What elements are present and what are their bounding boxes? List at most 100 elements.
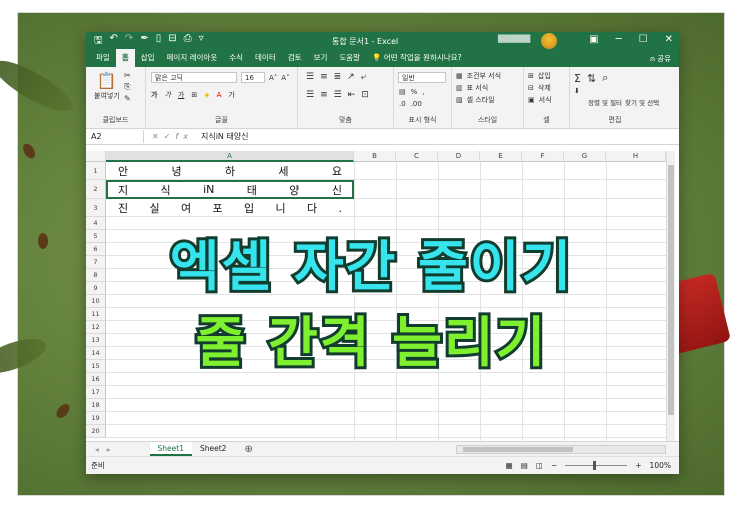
format-painter-icon[interactable]: ✎: [124, 94, 131, 103]
avatar[interactable]: [541, 33, 557, 49]
find-icon[interactable]: ⌕: [602, 71, 608, 85]
accounting-icon[interactable]: ▤: [399, 88, 406, 96]
row-header[interactable]: 20: [86, 425, 106, 438]
row-header[interactable]: 17: [86, 386, 106, 399]
new-icon[interactable]: ▯: [156, 33, 162, 50]
tell-me-search[interactable]: 💡 어떤 작업을 원하시나요?: [372, 52, 461, 67]
fill-icon[interactable]: ⬇: [574, 87, 580, 95]
font-name-select[interactable]: 맑은 고딕: [151, 72, 237, 83]
insert-cells-button[interactable]: ⊞ 삽입: [528, 71, 551, 81]
row-header[interactable]: 3: [86, 199, 106, 217]
tab-insert[interactable]: 삽입: [135, 52, 161, 67]
column-header-d[interactable]: D: [438, 151, 480, 162]
cut-icon[interactable]: ✂: [124, 71, 131, 80]
column-header-g[interactable]: G: [564, 151, 606, 162]
copy-icon[interactable]: ⎘: [124, 82, 130, 92]
share-button[interactable]: ⍝ 공유: [650, 53, 671, 64]
decrease-indent-icon[interactable]: ⇤: [348, 90, 356, 100]
decrease-decimal-icon[interactable]: .00: [411, 100, 422, 108]
print-preview-icon[interactable]: ⊟: [168, 33, 176, 50]
cell-a2[interactable]: 지 식 iN 태 양 신: [108, 180, 352, 199]
find-select-button[interactable]: 찾기 및 선택: [625, 97, 659, 107]
fx-icon[interactable]: fx: [175, 132, 193, 141]
redo-icon[interactable]: ↷: [125, 33, 133, 50]
delete-cells-button[interactable]: ⊟ 삭제: [528, 83, 551, 93]
grow-font-icon[interactable]: A˄: [269, 74, 277, 82]
add-sheet-icon[interactable]: ⊕: [234, 444, 252, 455]
zoom-slider[interactable]: [565, 461, 628, 470]
normal-view-icon[interactable]: ▦: [506, 461, 513, 470]
tab-view[interactable]: 보기: [308, 52, 334, 67]
paste-button[interactable]: 📋 붙여넣기: [94, 71, 120, 101]
number-format-select[interactable]: 일반: [398, 72, 446, 83]
scroll-thumb[interactable]: [463, 447, 573, 452]
tab-home[interactable]: 홈: [115, 49, 135, 67]
column-header-h[interactable]: H: [606, 151, 666, 162]
tab-file[interactable]: 파일: [90, 52, 116, 67]
align-left-icon[interactable]: ☰: [306, 90, 314, 100]
align-middle-icon[interactable]: ≡: [320, 72, 328, 82]
percent-icon[interactable]: %: [411, 88, 418, 96]
format-painter-icon[interactable]: ✒: [140, 33, 148, 50]
format-table-button[interactable]: ▥ 표 서식: [456, 83, 488, 93]
comma-icon[interactable]: ,: [422, 88, 424, 96]
formula-input[interactable]: 지식iN 태양신: [201, 131, 679, 142]
font-size-select[interactable]: 16: [241, 72, 265, 83]
ribbon-display-icon[interactable]: ▣: [589, 34, 598, 45]
horizontal-scrollbar[interactable]: [456, 445, 666, 454]
enter-icon[interactable]: ✓: [164, 132, 176, 141]
align-top-icon[interactable]: ☰: [306, 72, 314, 82]
format-cells-button[interactable]: ▣ 서식: [528, 95, 552, 105]
row-header[interactable]: 19: [86, 412, 106, 425]
customize-icon[interactable]: ▿: [199, 33, 204, 50]
column-header-f[interactable]: F: [522, 151, 564, 162]
sheet-tab-sheet2[interactable]: Sheet2: [192, 442, 234, 456]
align-center-icon[interactable]: ≡: [320, 90, 328, 100]
wrap-text-icon[interactable]: ⤶: [361, 72, 366, 82]
border-icon[interactable]: ⊞: [191, 91, 197, 99]
bold-icon[interactable]: 가: [151, 90, 157, 100]
name-box[interactable]: A2: [86, 130, 144, 143]
tab-formulas[interactable]: 수식: [223, 52, 249, 67]
close-icon[interactable]: ✕: [665, 34, 673, 45]
shrink-font-icon[interactable]: A˅: [281, 74, 289, 82]
zoom-level[interactable]: 100%: [650, 461, 671, 470]
merge-icon[interactable]: ⊡: [361, 90, 369, 100]
tab-review[interactable]: 검토: [282, 52, 308, 67]
align-right-icon[interactable]: ☰: [334, 90, 342, 100]
conditional-format-button[interactable]: ▦ 조건부 서식: [456, 71, 501, 81]
page-layout-view-icon[interactable]: ▤: [521, 461, 528, 470]
column-header-b[interactable]: B: [354, 151, 396, 162]
row-header[interactable]: 2: [86, 180, 106, 199]
undo-icon[interactable]: ↶: [110, 33, 118, 50]
italic-icon[interactable]: 가: [164, 90, 170, 100]
align-bottom-icon[interactable]: ≣: [334, 72, 342, 82]
phonetic-icon[interactable]: 가: [228, 90, 234, 100]
sheet-tab-sheet1[interactable]: Sheet1: [149, 442, 192, 456]
underline-icon[interactable]: 가: [178, 90, 184, 100]
maximize-icon[interactable]: ☐: [639, 34, 648, 45]
tab-help[interactable]: 도움말: [333, 52, 366, 67]
increase-decimal-icon[interactable]: .0: [399, 100, 406, 108]
cancel-icon[interactable]: ✕: [152, 132, 164, 141]
column-header-e[interactable]: E: [480, 151, 522, 162]
tab-page-layout[interactable]: 페이지 레이아웃: [161, 52, 224, 67]
sort-filter-icon[interactable]: ⇅: [587, 72, 596, 85]
cell-a1[interactable]: 안녕하세요: [108, 162, 352, 180]
select-all-corner[interactable]: [86, 151, 106, 162]
zoom-out-icon[interactable]: −: [551, 461, 557, 470]
font-color-icon[interactable]: A: [217, 91, 222, 99]
minimize-icon[interactable]: ─: [616, 34, 622, 45]
column-header-a[interactable]: A: [106, 151, 354, 162]
autosum-icon[interactable]: Σ: [574, 72, 581, 85]
column-header-c[interactable]: C: [396, 151, 438, 162]
row-header[interactable]: 1: [86, 162, 106, 180]
page-break-view-icon[interactable]: ◫: [536, 461, 543, 470]
cell-a3[interactable]: 진실여포입니다.: [108, 199, 352, 217]
row-header[interactable]: 18: [86, 399, 106, 412]
zoom-in-icon[interactable]: +: [635, 461, 641, 470]
cell-styles-button[interactable]: ▧ 셀 스타일: [456, 95, 495, 105]
orientation-icon[interactable]: ↗: [347, 72, 355, 82]
sheet-nav-buttons[interactable]: ◂▸: [86, 445, 128, 454]
tab-data[interactable]: 데이터: [249, 52, 282, 67]
